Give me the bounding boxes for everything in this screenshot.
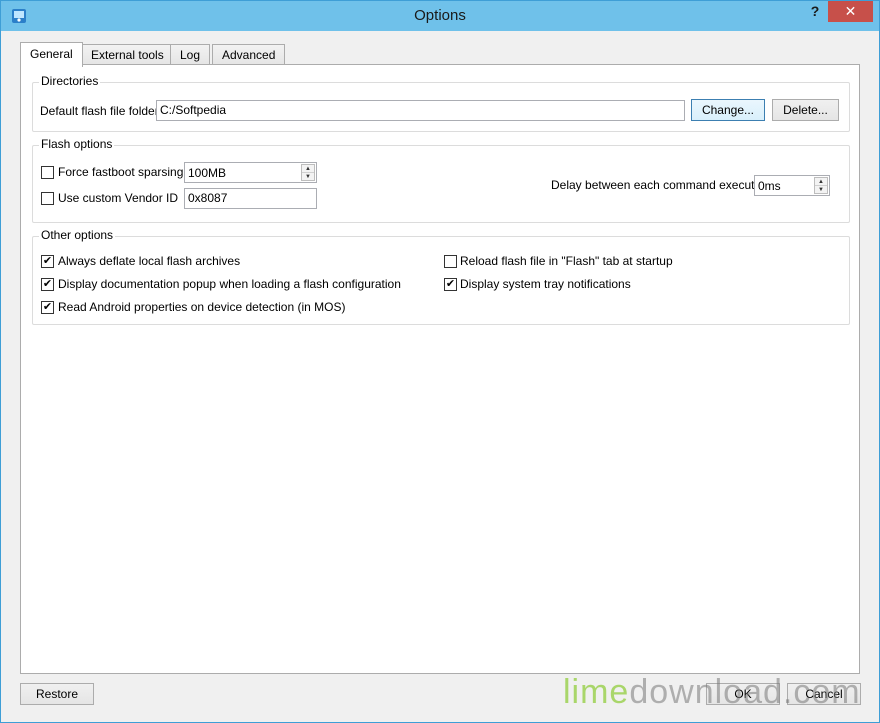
custom-vendor-label: Use custom Vendor ID: [58, 191, 179, 205]
delay-spinbox[interactable]: 0ms ▲ ▼: [754, 175, 830, 196]
spin-arrows[interactable]: ▲ ▼: [301, 164, 315, 181]
reload-flash-checkbox[interactable]: [444, 255, 457, 268]
delete-button[interactable]: Delete...: [772, 99, 839, 121]
android-props-checkbox[interactable]: ✔: [41, 301, 54, 314]
vendor-id-input[interactable]: 0x8087: [184, 188, 317, 209]
force-fastboot-label: Force fastboot sparsing: [58, 165, 184, 179]
doc-popup-label: Display documentation popup when loading…: [58, 277, 401, 291]
delay-value: 0ms: [758, 179, 781, 193]
flash-options-title: Flash options: [39, 137, 115, 151]
deflate-archives-label: Always deflate local flash archives: [58, 254, 241, 268]
fastboot-size-value: 100MB: [188, 166, 227, 180]
default-folder-input[interactable]: C:/Softpedia: [156, 100, 685, 121]
deflate-archives-checkbox[interactable]: ✔: [41, 255, 54, 268]
tab-general[interactable]: General: [20, 42, 83, 67]
tab-external-tools[interactable]: External tools: [81, 44, 174, 65]
tab-advanced[interactable]: Advanced: [212, 44, 286, 65]
other-options-group: Other options ✔ Always deflate local fla…: [32, 228, 850, 325]
doc-popup-checkbox[interactable]: ✔: [41, 278, 54, 291]
spin-up-icon[interactable]: ▲: [302, 165, 314, 173]
window-title: Options: [414, 7, 466, 24]
watermark-logo: limedownload.com: [563, 673, 861, 712]
delay-label: Delay between each command execution: [551, 178, 771, 192]
default-folder-label: Default flash file folder: [40, 104, 159, 118]
change-button[interactable]: Change...: [691, 99, 765, 121]
force-fastboot-checkbox[interactable]: [41, 166, 54, 179]
options-window: Options ? ✕ General External tools Log A…: [0, 0, 880, 723]
tray-notifications-checkbox[interactable]: ✔: [444, 278, 457, 291]
directories-group: Directories Default flash file folder C:…: [32, 74, 850, 132]
tray-notifications-label: Display system tray notifications: [460, 277, 631, 291]
reload-flash-label: Reload flash file in "Flash" tab at star…: [460, 254, 673, 268]
tab-log[interactable]: Log: [170, 44, 211, 65]
spin-up-icon[interactable]: ▲: [815, 178, 827, 186]
title-bar[interactable]: Options ? ✕: [1, 1, 879, 31]
close-button[interactable]: ✕: [828, 1, 873, 22]
restore-button[interactable]: Restore: [20, 683, 94, 705]
other-options-title: Other options: [39, 228, 116, 242]
spin-arrows[interactable]: ▲ ▼: [814, 177, 828, 194]
fastboot-size-spinbox[interactable]: 100MB ▲ ▼: [184, 162, 317, 183]
watermark-lime: lime: [563, 673, 630, 711]
directories-title: Directories: [39, 74, 101, 88]
flash-options-group: Flash options Force fastboot sparsing 10…: [32, 137, 850, 223]
watermark-rest: download.com: [629, 673, 861, 711]
help-button[interactable]: ?: [803, 1, 827, 23]
general-tab-pane: Directories Default flash file folder C:…: [20, 64, 860, 674]
android-props-label: Read Android properties on device detect…: [58, 300, 346, 314]
spin-down-icon[interactable]: ▼: [815, 186, 827, 194]
custom-vendor-checkbox[interactable]: [41, 192, 54, 205]
spin-down-icon[interactable]: ▼: [302, 173, 314, 181]
